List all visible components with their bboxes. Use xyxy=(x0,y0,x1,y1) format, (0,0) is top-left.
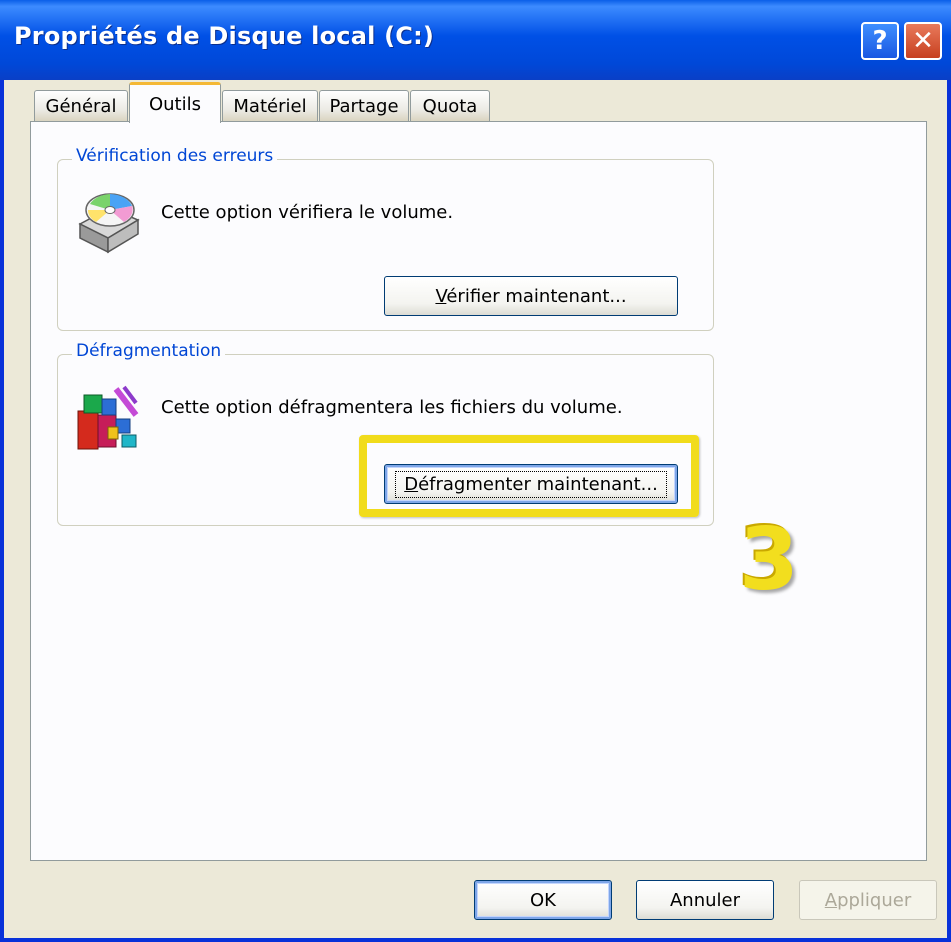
apply-button[interactable]: Appliquer xyxy=(799,880,937,920)
annotation-highlight-box xyxy=(359,435,699,517)
cancel-button[interactable]: Annuler xyxy=(636,880,774,920)
close-icon: ✕ xyxy=(912,26,934,56)
properties-dialog: Propriétés de Disque local (C:) ? ✕ Géné… xyxy=(0,0,951,942)
error-check-group: Vérification des erreurs Cette option vé… xyxy=(57,146,714,331)
tab-general[interactable]: Général xyxy=(34,90,128,122)
help-icon: ? xyxy=(872,26,888,56)
check-now-mnemonic: V xyxy=(435,285,447,307)
tab-label: Partage xyxy=(329,96,399,117)
disk-check-icon xyxy=(78,193,140,254)
error-check-description: Cette option vérifiera le volume. xyxy=(161,202,454,223)
tab-quota[interactable]: Quota xyxy=(410,90,490,122)
title-bar[interactable]: Propriétés de Disque local (C:) ? ✕ xyxy=(0,0,951,80)
apply-label: ppliquer xyxy=(837,889,912,911)
apply-mnemonic: A xyxy=(824,889,838,911)
error-check-legend: Vérification des erreurs xyxy=(72,146,278,166)
defrag-legend: Défragmentation xyxy=(72,341,226,361)
tab-sharing[interactable]: Partage xyxy=(319,90,409,122)
tab-hardware[interactable]: Matériel xyxy=(222,90,318,122)
check-now-label: érifier maintenant... xyxy=(446,285,627,307)
tab-label: Général xyxy=(45,96,117,117)
tab-label: Outils xyxy=(148,93,201,115)
defrag-icon xyxy=(77,385,139,450)
check-now-button[interactable]: Vérifier maintenant... xyxy=(384,276,678,316)
tab-label: Quota xyxy=(422,96,478,117)
ok-label: OK xyxy=(530,889,556,911)
tab-tools[interactable]: Outils xyxy=(129,82,221,123)
tab-label: Matériel xyxy=(233,96,307,117)
ok-button[interactable]: OK xyxy=(474,880,612,920)
defrag-description: Cette option défragmentera les fichiers … xyxy=(161,397,623,418)
annotation-step-number: 3 xyxy=(739,510,799,610)
help-button[interactable]: ? xyxy=(861,22,899,60)
window-title: Propriétés de Disque local (C:) xyxy=(14,22,435,50)
close-button[interactable]: ✕ xyxy=(904,22,942,60)
cancel-label: Annuler xyxy=(669,889,740,911)
